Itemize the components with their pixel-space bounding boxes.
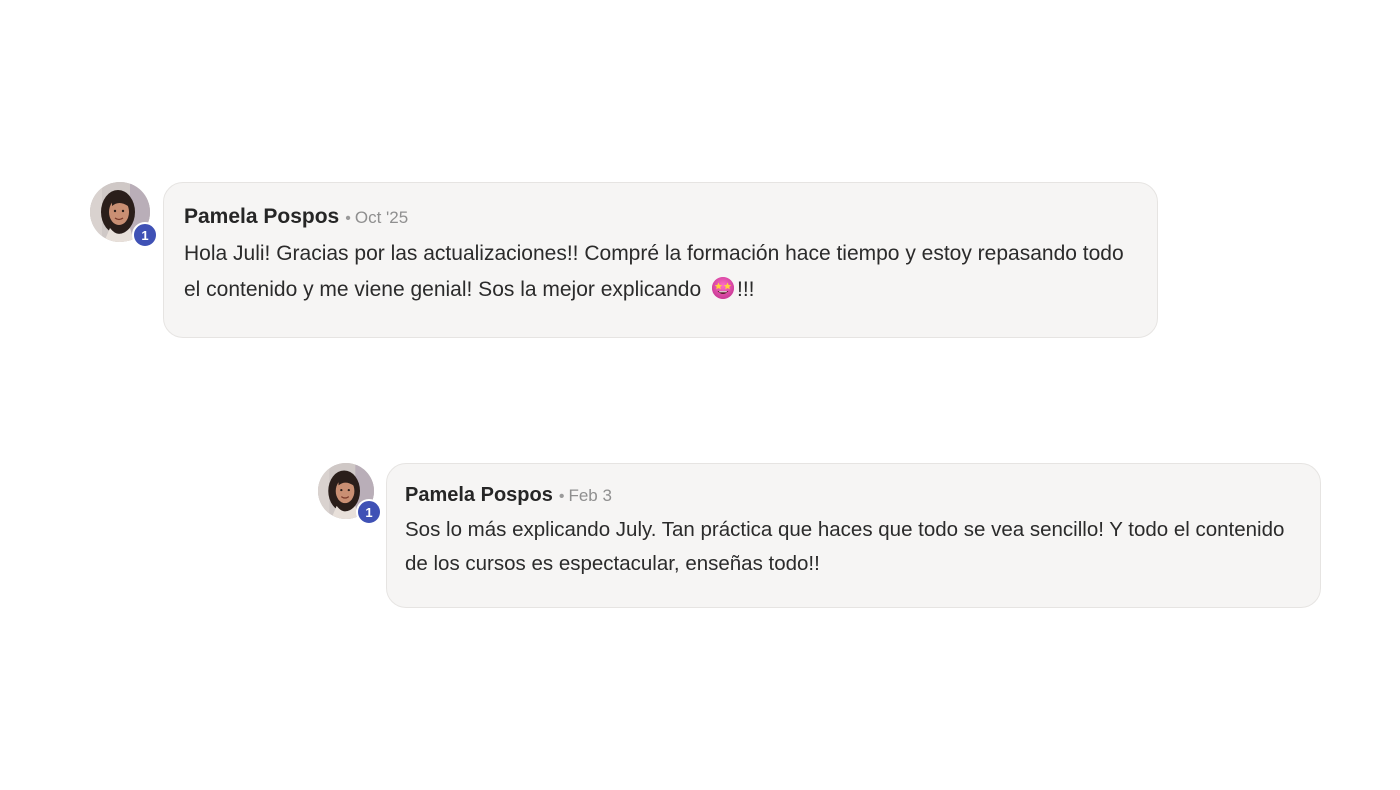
- author-avatar[interactable]: 1: [318, 463, 382, 525]
- comment-text: Sos lo más explicando July. Tan práctica…: [405, 518, 1285, 575]
- level-badge: 1: [132, 222, 158, 248]
- author-name[interactable]: Pamela Pospos: [405, 484, 553, 507]
- comment-text: Hola Juli! Gracias por las actualizacion…: [184, 242, 1124, 301]
- reply-indicator: ˆ: [188, 352, 196, 358]
- author-name[interactable]: Pamela Pospos: [184, 205, 339, 229]
- comment-text-suffix: !!!: [736, 278, 755, 301]
- star-struck-emoji-icon: [711, 276, 735, 300]
- comment-thread: 1 Pamela Pospos • Oct '25 Hola Juli! Gra…: [0, 0, 1400, 790]
- comment: 1 Pamela Pospos • Oct '25 Hola Juli! Gra…: [90, 182, 1158, 338]
- meta-separator: •: [558, 488, 565, 505]
- reply-comment: 1 Pamela Pospos • Feb 3 Sos lo más expli…: [318, 463, 1321, 608]
- comment-body: Hola Juli! Gracias por las actualizacion…: [184, 236, 1137, 308]
- comment-date[interactable]: Feb 3: [568, 486, 611, 506]
- comment-meta: Pamela Pospos • Oct '25: [184, 205, 1137, 229]
- meta-separator: •: [345, 210, 351, 227]
- level-badge: 1: [356, 499, 382, 525]
- comment-bubble: Pamela Pospos • Feb 3 Sos lo más explica…: [386, 463, 1321, 608]
- comment-bubble: Pamela Pospos • Oct '25 Hola Juli! Graci…: [163, 182, 1158, 338]
- author-avatar[interactable]: 1: [90, 182, 158, 248]
- comment-meta: Pamela Pospos • Feb 3: [405, 484, 1302, 507]
- comment-date[interactable]: Oct '25: [355, 208, 408, 228]
